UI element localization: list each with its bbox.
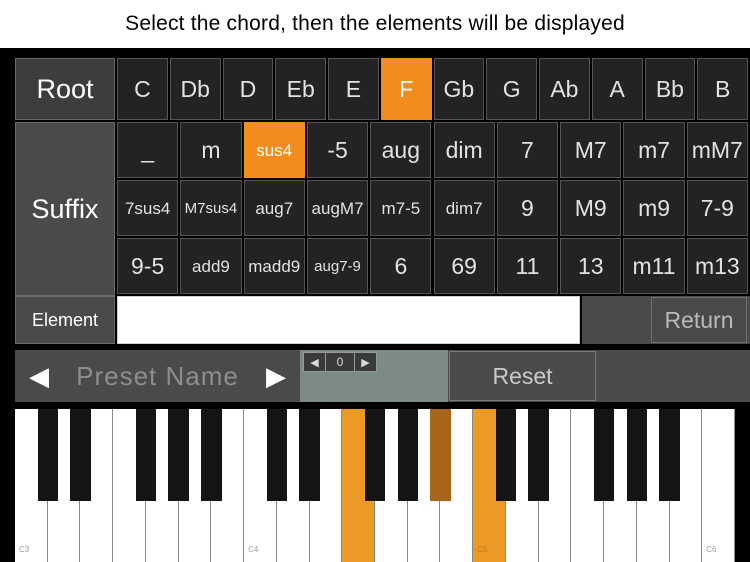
root-note-e[interactable]: E (328, 58, 379, 120)
piano-black-key-ab4[interactable] (397, 409, 418, 501)
suffix-cell-m7[interactable]: m7 (623, 122, 685, 178)
root-note-eb[interactable]: Eb (275, 58, 327, 120)
piano-black-key-eb3[interactable] (70, 409, 91, 501)
page-title: Select the chord, then the elements will… (125, 12, 625, 35)
reset-button[interactable]: Reset (449, 351, 596, 401)
header-bar: Select the chord, then the elements will… (0, 0, 750, 48)
root-note-gb[interactable]: Gb (433, 58, 485, 120)
suffix-cell-m[interactable]: m (180, 122, 242, 178)
piano-black-key-bb5[interactable] (659, 409, 680, 501)
suffix-cell-95[interactable]: 9-5 (117, 238, 179, 294)
root-note-a[interactable]: A (591, 58, 643, 120)
keyboard-right-margin (735, 409, 750, 562)
suffix-cell-11[interactable]: 11 (496, 238, 559, 294)
stepper-decrement-icon[interactable]: ◀ (304, 353, 326, 371)
suffix-cell-mm7[interactable]: mM7 (686, 122, 748, 178)
suffix-cell-69[interactable]: 69 (433, 238, 495, 294)
keyboard-left-margin (0, 409, 15, 562)
root-note-b[interactable]: B (697, 58, 749, 120)
suffix-cell-dim7[interactable]: dim7 (433, 180, 495, 236)
element-input[interactable] (117, 296, 580, 344)
suffix-cell-9[interactable]: 9 (496, 180, 559, 236)
element-label: Element (15, 296, 115, 344)
chord-app-window: Select the chord, then the elements will… (0, 0, 750, 562)
root-label: Root (15, 58, 115, 120)
piano-white-key-c6[interactable]: C6 (702, 409, 735, 562)
suffix-cell-dim[interactable]: dim (433, 122, 495, 178)
suffix-cell-m7[interactable]: M7 (560, 122, 622, 178)
suffix-cell-m13[interactable]: m13 (686, 238, 748, 294)
suffix-cell-sus4[interactable]: sus4 (243, 122, 305, 178)
piano-black-key-gb4[interactable] (364, 409, 386, 501)
suffix-cell-5[interactable]: -5 (306, 122, 369, 178)
suffix-cell-add9[interactable]: add9 (180, 238, 242, 294)
piano-black-key-db4[interactable] (266, 409, 287, 501)
root-note-ab[interactable]: Ab (539, 58, 590, 120)
suffix-cell-m75[interactable]: m7-5 (370, 180, 432, 236)
root-note-bb[interactable]: Bb (644, 58, 696, 120)
root-note-f[interactable]: F (380, 58, 432, 120)
return-button[interactable]: Return (651, 297, 747, 343)
preset-next-icon[interactable]: ▶ (252, 363, 300, 389)
suffix-cell-augm7[interactable]: augM7 (306, 180, 369, 236)
suffix-cell-aug[interactable]: aug (370, 122, 432, 178)
piano-key-label-c3: C3 (19, 545, 30, 554)
piano-black-key-bb4[interactable] (430, 409, 451, 501)
suffix-cell-aug7[interactable]: aug7 (243, 180, 305, 236)
suffix-cell-6[interactable]: 6 (370, 238, 432, 294)
suffix-cell-madd9[interactable]: madd9 (243, 238, 305, 294)
piano-key-label-c4: C4 (248, 545, 259, 554)
piano-keyboard[interactable]: C3 C4 C5 C6 (15, 409, 735, 562)
stepper-value: 0 (336, 355, 344, 369)
root-note-c[interactable]: C (117, 58, 168, 120)
suffix-cell-[interactable]: _ (117, 122, 179, 178)
stepper-increment-icon[interactable]: ▶ (354, 353, 376, 371)
piano-black-key-bb3[interactable] (201, 409, 222, 501)
piano-key-label-c5: C5 (477, 545, 488, 554)
preset-name-field[interactable]: Preset Name (63, 361, 252, 392)
piano-black-key-eb4[interactable] (299, 409, 320, 501)
preset-prev-icon[interactable]: ◀ (15, 363, 63, 389)
piano-black-key-gb3[interactable] (135, 409, 157, 501)
suffix-cell-m7sus4[interactable]: M7sus4 (180, 180, 242, 236)
suffix-cell-aug79[interactable]: aug7-9 (306, 238, 369, 294)
suffix-cell-7[interactable]: 7 (496, 122, 559, 178)
piano-black-key-eb5[interactable] (528, 409, 549, 501)
root-note-g[interactable]: G (486, 58, 538, 120)
piano-key-label-c6: C6 (706, 545, 717, 554)
value-stepper: ◀ 0 ▶ (303, 352, 377, 372)
piano-black-key-ab3[interactable] (168, 409, 189, 501)
root-note-d[interactable]: D (222, 58, 274, 120)
suffix-cell-m9[interactable]: m9 (623, 180, 685, 236)
suffix-cell-7sus4[interactable]: 7sus4 (117, 180, 179, 236)
suffix-cell-m11[interactable]: m11 (623, 238, 685, 294)
suffix-label: Suffix (15, 122, 115, 296)
suffix-cell-13[interactable]: 13 (560, 238, 622, 294)
piano-black-key-db3[interactable] (37, 409, 58, 501)
root-note-db[interactable]: Db (169, 58, 221, 120)
piano-black-key-ab5[interactable] (626, 409, 647, 501)
preset-selector: ◀ Preset Name ▶ (15, 350, 300, 402)
suffix-cell-79[interactable]: 7-9 (686, 180, 748, 236)
suffix-cell-m9[interactable]: M9 (560, 180, 622, 236)
piano-black-key-db5[interactable] (495, 409, 517, 501)
piano-black-key-gb5[interactable] (593, 409, 615, 501)
